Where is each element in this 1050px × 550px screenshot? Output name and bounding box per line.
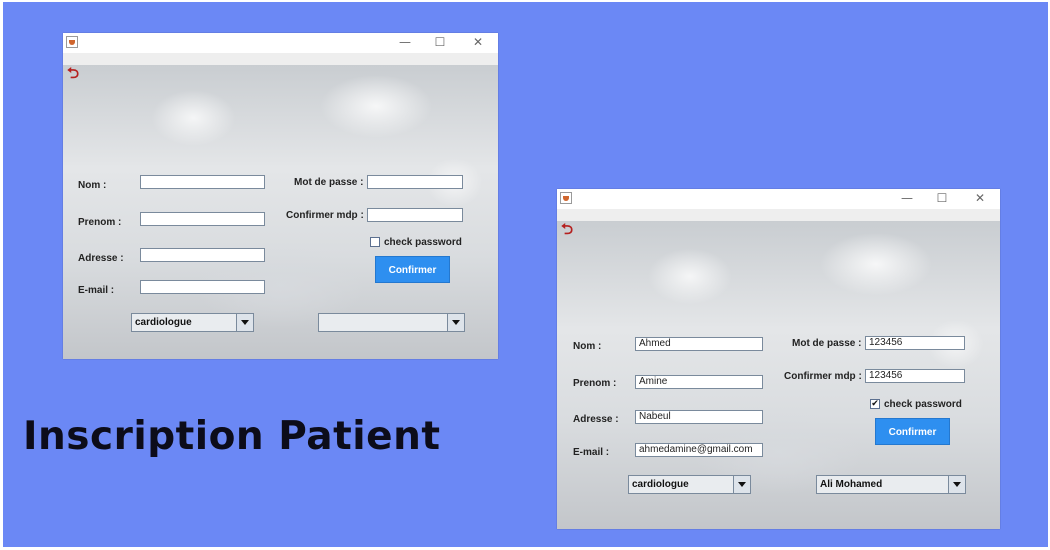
nom-label: Nom :	[573, 341, 602, 352]
password-label: Mot de passe :	[294, 177, 364, 188]
adresse-label: Adresse :	[78, 253, 124, 264]
form-panel: ⮌ Nom : Prenom : Adresse : E-mail : Mot …	[63, 65, 498, 359]
medecin-select[interactable]	[318, 313, 465, 332]
specialite-value: cardiologue	[632, 479, 689, 490]
title-bar: — ☐ ✕	[557, 189, 1000, 209]
form-panel: ⮌ Nom : Ahmed Prenom : Amine Adresse : N…	[557, 221, 1000, 529]
chevron-down-icon[interactable]	[447, 314, 464, 331]
medecin-select[interactable]: Ali Mohamed	[816, 475, 966, 494]
email-field[interactable]: ahmedamine@gmail.com	[635, 443, 763, 457]
menu-bar	[557, 209, 1000, 221]
specialite-select[interactable]: cardiologue	[628, 475, 751, 494]
undo-arrow-icon[interactable]: ⮌	[67, 66, 79, 81]
nom-field[interactable]: Ahmed	[635, 337, 763, 351]
chevron-down-icon[interactable]	[948, 476, 965, 493]
java-app-icon	[66, 36, 78, 48]
prenom-label: Prenom :	[573, 378, 617, 389]
minimize-icon[interactable]: —	[397, 35, 413, 49]
undo-arrow-icon[interactable]: ⮌	[561, 222, 573, 237]
chevron-down-icon[interactable]	[733, 476, 750, 493]
email-label: E-mail :	[78, 285, 115, 296]
registration-window-empty: — ☐ ✕ ⮌ Nom : Prenom : Adresse : E-mail …	[63, 33, 498, 359]
confirm-password-label: Confirmer mdp :	[784, 371, 862, 382]
check-password-label: check password	[384, 237, 462, 248]
check-password-checkbox[interactable]: ✔	[870, 399, 880, 409]
confirmer-button[interactable]: Confirmer	[875, 418, 950, 445]
adresse-label: Adresse :	[573, 414, 619, 425]
close-icon[interactable]: ✕	[470, 35, 486, 49]
chevron-down-icon[interactable]	[236, 314, 253, 331]
password-label: Mot de passe :	[792, 338, 862, 349]
adresse-field[interactable]	[140, 248, 265, 262]
password-field[interactable]: 123456	[865, 336, 965, 350]
medecin-value: Ali Mohamed	[820, 479, 883, 490]
specialite-value: cardiologue	[135, 317, 192, 328]
minimize-icon[interactable]: —	[899, 191, 915, 205]
specialite-select[interactable]: cardiologue	[131, 313, 254, 332]
confirmer-button[interactable]: Confirmer	[375, 256, 450, 283]
close-icon[interactable]: ✕	[972, 191, 988, 205]
registration-window-filled: — ☐ ✕ ⮌ Nom : Ahmed Prenom : Amine Adres…	[557, 189, 1000, 529]
title-bar: — ☐ ✕	[63, 33, 498, 53]
email-field[interactable]	[140, 280, 265, 294]
check-password-checkbox[interactable]	[370, 237, 380, 247]
java-app-icon	[560, 192, 572, 204]
prenom-label: Prenom :	[78, 217, 122, 228]
password-field[interactable]	[367, 175, 463, 189]
maximize-icon[interactable]: ☐	[432, 35, 448, 49]
prenom-field[interactable]: Amine	[635, 375, 763, 389]
email-label: E-mail :	[573, 447, 610, 458]
nom-label: Nom :	[78, 180, 107, 191]
check-password-label: check password	[884, 399, 962, 410]
page-title: Inscription Patient	[23, 414, 441, 459]
adresse-field[interactable]: Nabeul	[635, 410, 763, 424]
nom-field[interactable]	[140, 175, 265, 189]
prenom-field[interactable]	[140, 212, 265, 226]
maximize-icon[interactable]: ☐	[934, 191, 950, 205]
confirm-password-field[interactable]	[367, 208, 463, 222]
confirm-password-field[interactable]: 123456	[865, 369, 965, 383]
confirm-password-label: Confirmer mdp :	[286, 210, 364, 221]
menu-bar	[63, 53, 498, 65]
